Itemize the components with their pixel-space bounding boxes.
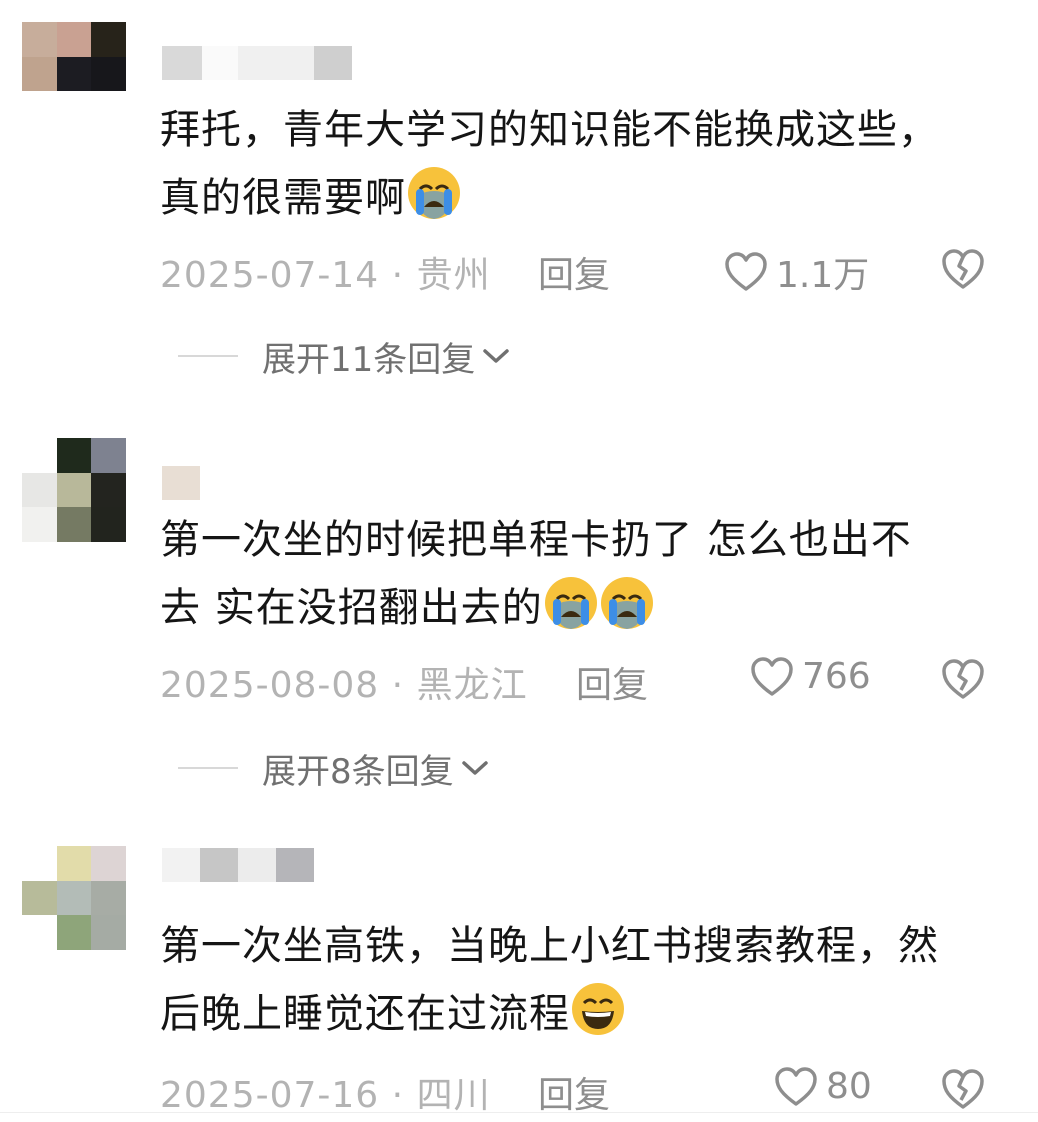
comment-date: 2025-07-14: [160, 255, 380, 296]
dislike-button[interactable]: [940, 248, 986, 299]
like-count: 80: [826, 1066, 872, 1107]
comment-item: 拜托，青年大学习的知识能不能换成这些， 真的很需要啊 2025-07-14 · …: [0, 0, 1038, 400]
broken-heart-icon: [942, 1069, 984, 1109]
comment-text-line: 真的很需要啊: [160, 175, 406, 221]
expand-replies-label: 展开11条回复: [262, 339, 476, 380]
expand-divider: [178, 767, 238, 769]
avatar[interactable]: [22, 22, 126, 126]
heart-icon: [751, 656, 793, 696]
username-blurred[interactable]: [162, 466, 200, 500]
expand-replies-label: 展开8条回复: [262, 751, 454, 792]
heart-icon: [725, 252, 767, 291]
comment-text: 拜托，青年大学习的知识能不能换成这些， 真的很需要啊: [160, 96, 1020, 232]
expand-replies-button[interactable]: 展开8条回复: [178, 748, 490, 792]
broken-heart-icon: [942, 249, 984, 289]
comment-location: 四川: [416, 1075, 491, 1116]
comment-text-line: 拜托，青年大学习的知识能不能换成这些，: [160, 107, 939, 153]
chevron-down-icon: [461, 761, 488, 775]
meta-separator: ·: [391, 255, 405, 296]
expand-replies-button[interactable]: 展开11条回复: [178, 336, 511, 380]
heart-icon: [775, 1066, 817, 1106]
like-count: 1.1万: [776, 255, 870, 296]
comment-text: 第一次坐的时候把单程卡扔了 怎么也出不 去 实在没招翻出去的: [160, 506, 1020, 642]
chevron-down-icon: [483, 349, 510, 363]
comment-text: 第一次坐高铁，当晚上小红书搜索教程，然 后晚上睡觉还在过流程: [160, 912, 1020, 1048]
avatar[interactable]: [22, 438, 126, 542]
comment-text-line: 后晚上睡觉还在过流程: [160, 991, 570, 1037]
like-button[interactable]: 766: [750, 656, 871, 697]
comment-meta: 2025-07-16 · 四川 回复 80: [160, 1066, 1000, 1116]
broken-heart-icon: [942, 659, 984, 699]
comment-location: 贵州: [416, 255, 491, 296]
like-button[interactable]: 80: [774, 1066, 872, 1107]
grinning-face-icon: [572, 983, 624, 1035]
reply-button[interactable]: 回复: [576, 656, 648, 708]
reply-button[interactable]: 回复: [538, 246, 610, 298]
like-button[interactable]: 1.1万: [724, 246, 869, 298]
avatar[interactable]: [22, 846, 126, 950]
comment-date: 2025-07-16: [160, 1075, 380, 1116]
comment-item: 第一次坐高铁，当晚上小红书搜索教程，然 后晚上睡觉还在过流程 2025-07-1…: [0, 830, 1038, 1122]
like-count: 766: [802, 656, 871, 697]
comment-text-line: 第一次坐高铁，当晚上小红书搜索教程，然: [160, 923, 939, 969]
comment-text-line: 去 实在没招翻出去的: [160, 585, 543, 631]
crying-face-icon: [544, 577, 597, 629]
dislike-button[interactable]: [940, 658, 986, 709]
reply-button[interactable]: 回复: [538, 1066, 610, 1118]
comment-location: 黑龙江: [416, 665, 528, 706]
expand-divider: [178, 355, 238, 357]
comment-meta: 2025-07-14 · 贵州 回复 1.1万: [160, 246, 1000, 296]
bottom-divider: [0, 1112, 1038, 1113]
meta-separator: ·: [391, 665, 405, 706]
comment-item: 第一次坐的时候把单程卡扔了 怎么也出不 去 实在没招翻出去的 2025-08-0…: [0, 400, 1038, 830]
username-blurred[interactable]: [162, 46, 352, 80]
username-blurred[interactable]: [162, 848, 314, 882]
crying-face-icon: [408, 167, 460, 219]
comment-meta: 2025-08-08 · 黑龙江 回复 766: [160, 656, 1000, 706]
crying-face-icon: [600, 577, 653, 629]
comment-text-line: 第一次坐的时候把单程卡扔了 怎么也出不: [160, 517, 912, 563]
meta-separator: ·: [391, 1075, 405, 1116]
comment-date: 2025-08-08: [160, 665, 380, 706]
